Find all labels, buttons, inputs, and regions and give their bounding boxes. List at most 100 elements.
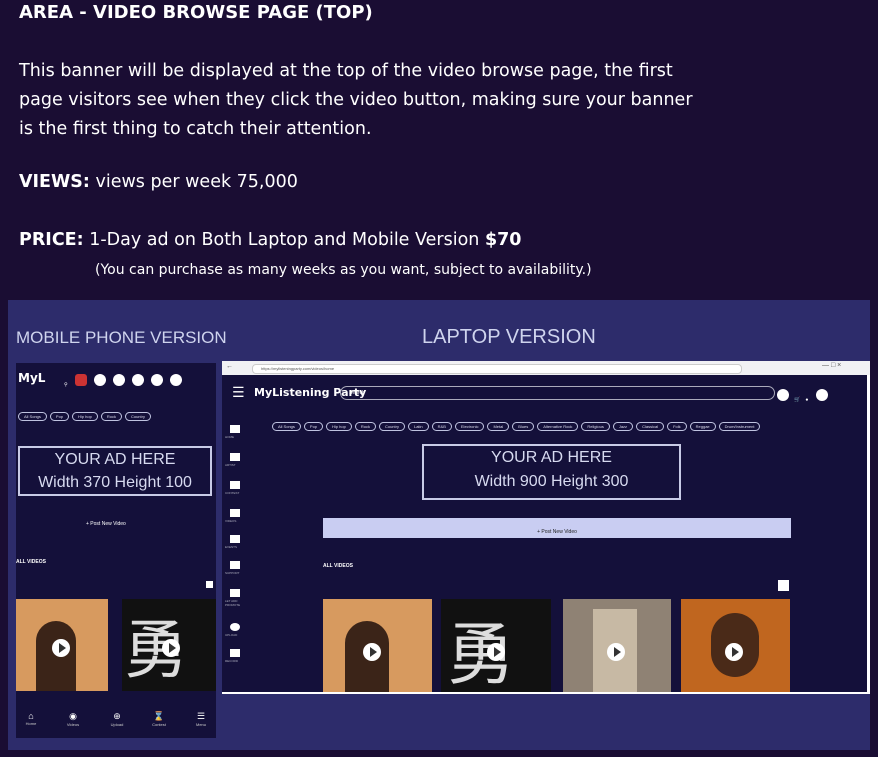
laptop-ad-placeholder: YOUR AD HERE Width 900 Height 300 [422,444,681,500]
cart-icon[interactable] [112,374,125,386]
cart-icon[interactable]: 🛒 [794,397,800,403]
kanji-artwork: 勇 [447,616,516,692]
videos-icon[interactable] [230,509,240,517]
grid-toggle-icon[interactable] [778,580,789,591]
play-icon[interactable] [725,643,743,661]
nav-upload[interactable]: ⊕ Upload [102,711,132,727]
category-pill[interactable]: Jazz [612,422,634,431]
artist-icon[interactable] [230,453,240,461]
ad-title: YOUR AD HERE [54,451,176,468]
laptop-screen: ☰ MyListening Party Search 🛒 ● All Songs… [222,375,867,692]
play-icon[interactable] [162,639,180,657]
browser-toolbar: ← https://mylisteningparty.com/videos/ho… [222,361,870,375]
address-bar[interactable]: https://mylisteningparty.com/videos/home [252,364,742,374]
mobile-mockup: MyL ⚲ All Songs Pop Hip hop Rock Country YOU… [16,363,216,738]
description: This banner will be displayed at the top… [19,61,693,139]
price-label: PRICE: [19,230,84,250]
category-pill[interactable]: Electronic [454,422,485,431]
nav-contest[interactable]: ⌛ Contest [144,711,174,727]
video-thumbnail[interactable] [323,599,432,692]
play-icon[interactable] [363,643,381,661]
search-input[interactable]: Search [340,386,775,400]
laptop-header-icons: 🛒 ● [775,386,828,405]
live-icon[interactable] [74,374,87,386]
views-label: VIEWS: [19,172,90,192]
add-icon[interactable] [93,374,106,386]
page-heading: AREA - VIDEO BROWSE PAGE (TOP) [19,2,373,23]
nav-menu[interactable]: ☰ Menu [186,711,216,727]
category-pill[interactable]: Pop [303,422,324,431]
hamburger-icon[interactable]: ☰ [232,385,245,401]
category-pill[interactable]: Country [378,422,405,431]
play-icon[interactable] [487,643,505,661]
support-icon[interactable] [230,561,240,569]
views-text: views per week 75,000 [95,172,298,192]
avatar[interactable] [170,374,183,386]
category-pill[interactable]: Metal [487,422,510,431]
promote-icon[interactable] [230,589,240,597]
category-pill[interactable]: Hip hop [72,412,98,421]
video-thumbnail[interactable] [16,599,108,691]
ad-title: YOUR AD HERE [491,449,612,466]
mobile-version-label: MOBILE PHONE VERSION [16,328,227,347]
user-icon[interactable]: ● [805,397,808,403]
category-pill[interactable]: Folk [667,422,687,431]
mobile-categories: All Songs Pop Hip hop Rock Country [18,403,154,422]
mobile-ad-placeholder: YOUR AD HERE Width 370 Height 100 [18,446,212,496]
ad-size: Width 900 Height 300 [474,473,629,490]
category-pill[interactable]: Latin [407,422,429,431]
category-pill[interactable]: All Songs [272,422,301,431]
mobile-bottom-nav: ⌂ Home ◉ Videos ⊕ Upload ⌛ Contest ☰ Menu [16,703,216,738]
category-pill[interactable]: Religious [581,422,610,431]
ad-size: Width 370 Height 100 [38,474,192,491]
grid-icon[interactable] [206,581,213,588]
notification-icon[interactable] [151,374,164,386]
price-text: 1-Day ad on Both Laptop and Mobile Versi… [89,230,480,250]
laptop-sidebar: HOME ARTIST CONTEST VIDEOS EVENTS SUPPOR… [222,405,248,694]
category-pill[interactable]: Pop [49,412,70,421]
play-icon[interactable] [607,643,625,661]
price-amount: $70 [484,230,522,250]
category-pill[interactable]: Drum/Instrument [718,422,761,431]
category-pill[interactable]: Blues [512,422,535,431]
category-pill[interactable]: Country [124,412,151,421]
contest-icon[interactable] [230,481,240,489]
events-icon[interactable] [230,535,240,543]
home-icon[interactable] [230,425,240,433]
laptop-mockup: ← https://mylisteningparty.com/videos/ho… [222,361,870,694]
mobile-logo: MyL [18,371,46,385]
upload-icon[interactable] [230,623,240,631]
category-pill[interactable]: All Songs [18,412,47,421]
nav-home[interactable]: ⌂ Home [16,711,46,726]
category-pill[interactable]: Rock [354,422,376,431]
add-icon[interactable] [777,389,789,401]
play-icon[interactable] [52,639,70,657]
price-line: PRICE: 1-Day ad on Both Laptop and Mobil… [19,230,521,250]
search-icon[interactable]: ⚲ [64,382,68,388]
post-video-button[interactable]: + Post New Video [86,521,126,527]
category-pill[interactable]: Hip hop [326,422,352,431]
category-pill[interactable]: Reggae [689,422,716,431]
window-controls-icon[interactable]: — □ × [822,362,841,369]
category-pill[interactable]: Rock [100,412,122,421]
avatar[interactable] [815,389,828,401]
video-thumbnail[interactable]: 勇 [441,599,551,692]
video-thumbnail[interactable]: 勇 [122,599,216,691]
availability-note: (You can purchase as many weeks as you w… [95,262,592,278]
record-icon[interactable] [230,649,240,657]
category-pill[interactable]: Classical [636,422,665,431]
category-pill[interactable]: R&B [431,422,452,431]
video-thumbnail[interactable] [681,599,790,692]
category-pill[interactable]: Alternative Rock [537,422,579,431]
post-video-label: + Post New Video [537,529,577,535]
user-icon[interactable] [132,374,145,386]
laptop-version-label: LAPTOP VERSION [422,326,596,348]
views-line: VIEWS: views per week 75,000 [19,172,298,192]
post-video-button[interactable]: + Post New Video [323,518,791,538]
all-videos-heading: ALL VIDEOS [16,559,46,565]
nav-videos[interactable]: ◉ Videos [58,711,88,727]
video-thumbnail[interactable] [563,599,671,692]
back-icon[interactable]: ← [226,363,233,370]
laptop-categories: All Songs Pop Hip hop Rock Country Latin R&B El… [272,413,763,432]
mobile-header-icons: ⚲ [64,371,183,390]
